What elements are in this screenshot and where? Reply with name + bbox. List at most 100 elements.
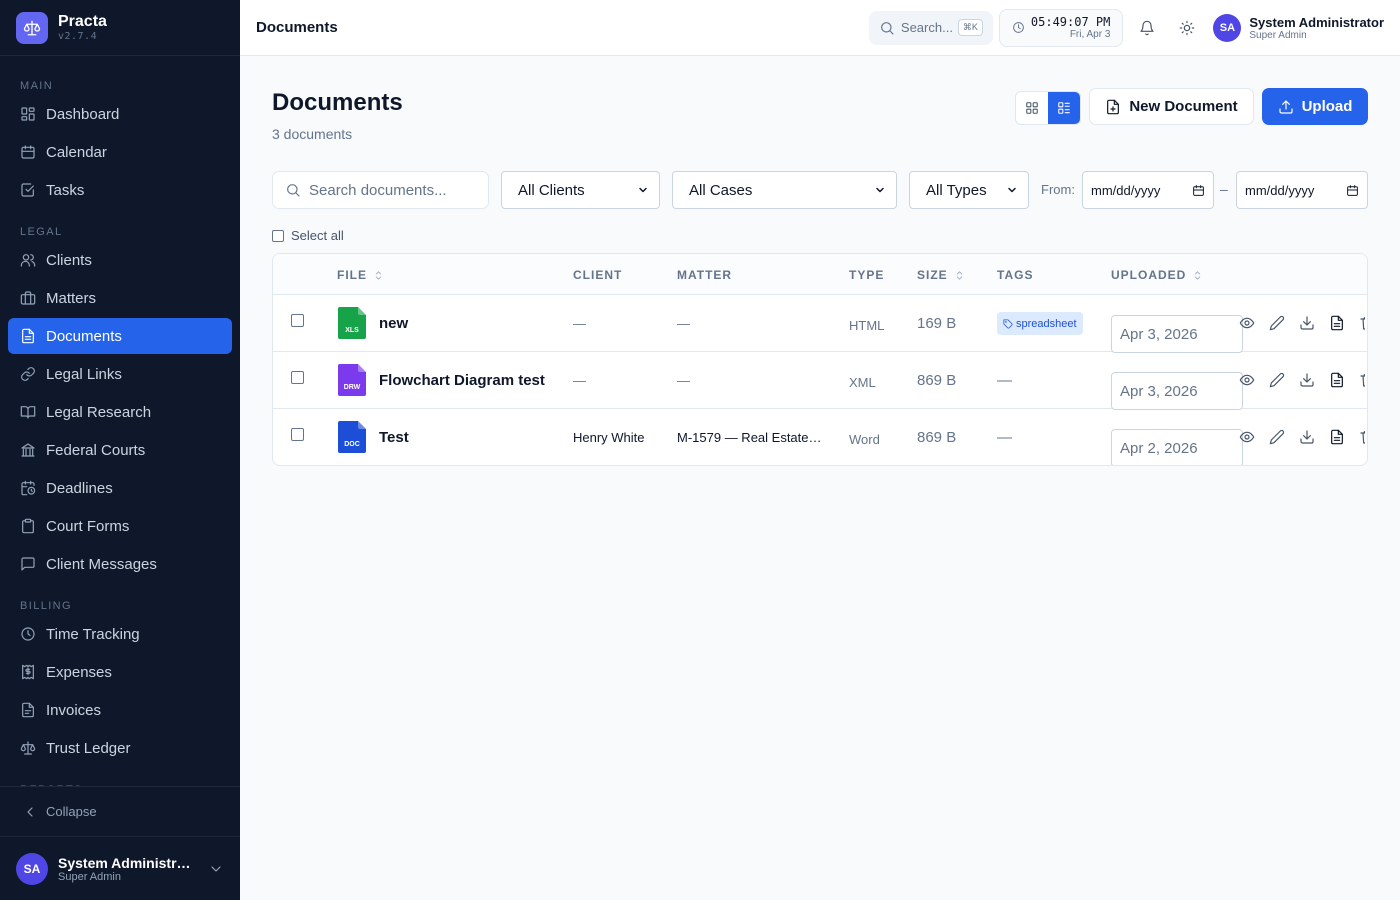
sidebar-item-calendar[interactable]: Calendar xyxy=(8,134,232,170)
bell-icon[interactable] xyxy=(1131,12,1163,44)
matter-cell: M-1579 — Real Estate… xyxy=(677,430,822,445)
upload-button[interactable]: Upload xyxy=(1262,88,1368,125)
global-search-label: Search... xyxy=(900,20,953,35)
link-icon xyxy=(20,366,36,382)
avatar: SA xyxy=(1213,13,1242,42)
client-filter-select[interactable]: All Clients xyxy=(501,171,660,209)
chevron-down-icon xyxy=(637,184,649,196)
row-actions xyxy=(1239,429,1365,445)
section-label-reports: REPORTS xyxy=(0,772,240,786)
table-row[interactable]: XLS new — — HTML 169 B spreadsheet Apr 3… xyxy=(273,295,1367,353)
grid-view-button[interactable] xyxy=(1016,92,1048,124)
tag-badge[interactable]: spreadsheet xyxy=(997,312,1083,335)
table-row[interactable]: DRW Flowchart Diagram test — — XML 869 B… xyxy=(273,352,1367,410)
size-cell: 869 B xyxy=(917,372,957,389)
sidebar-item-tasks[interactable]: Tasks xyxy=(8,172,232,208)
case-filter-value: All Cases xyxy=(689,181,753,199)
sidebar-item-client-messages[interactable]: Client Messages xyxy=(8,546,232,582)
column-header-matter: MATTER xyxy=(677,268,733,282)
brand-name: Practa xyxy=(58,13,107,30)
column-header-type: TYPE xyxy=(849,268,885,282)
collapse-label: Collapse xyxy=(46,804,97,819)
pencil-icon[interactable] xyxy=(1269,372,1285,388)
trash-icon[interactable] xyxy=(1359,372,1365,388)
tags-cell: — xyxy=(997,429,1012,446)
row-checkbox[interactable] xyxy=(291,428,304,441)
column-header-uploaded[interactable]: UPLOADED xyxy=(1111,268,1203,282)
download-icon[interactable] xyxy=(1299,315,1315,331)
date-from-input[interactable]: mm/dd/yyyy xyxy=(1082,171,1214,209)
eye-icon[interactable] xyxy=(1239,315,1255,331)
type-filter-select[interactable]: All Types xyxy=(909,171,1029,209)
file-name[interactable]: Test xyxy=(379,429,409,446)
file-plus-icon xyxy=(1105,99,1121,115)
sidebar-item-trust-ledger[interactable]: Trust Ledger xyxy=(8,730,232,766)
list-icon xyxy=(1057,101,1071,115)
eye-icon[interactable] xyxy=(1239,429,1255,445)
column-header-file[interactable]: FILE xyxy=(337,268,384,282)
matter-cell: — xyxy=(677,316,690,331)
global-search-button[interactable]: Search... ⌘K xyxy=(868,10,993,45)
select-all-checkbox[interactable] xyxy=(272,229,284,242)
file-text-icon[interactable] xyxy=(1329,315,1345,331)
size-cell: 869 B xyxy=(917,429,957,446)
sidebar-item-expenses[interactable]: Expenses xyxy=(8,654,232,690)
pencil-icon[interactable] xyxy=(1269,429,1285,445)
sidebar-item-time-tracking[interactable]: Time Tracking xyxy=(8,616,232,652)
user-name: System Administrator xyxy=(1249,14,1384,30)
user-name: System Administrator xyxy=(58,854,198,871)
calendar-icon xyxy=(1346,184,1359,197)
sidebar-item-legal-research[interactable]: Legal Research xyxy=(8,394,232,430)
sidebar-item-matters[interactable]: Matters xyxy=(8,280,232,316)
uploaded-cell: Apr 3, 2026 xyxy=(1111,372,1243,410)
search-input[interactable] xyxy=(309,181,469,199)
select-all[interactable]: Select all xyxy=(272,228,344,243)
chevron-down-icon xyxy=(874,184,886,196)
file-name[interactable]: Flowchart Diagram test xyxy=(379,372,545,389)
date-to-input[interactable]: mm/dd/yyyy xyxy=(1236,171,1368,209)
file-name[interactable]: new xyxy=(379,315,408,332)
table-row[interactable]: DOC Test Henry White M-1579 — Real Estat… xyxy=(273,409,1367,465)
brand-version: v2.7.4 xyxy=(58,31,98,42)
sidebar-item-label: Trust Ledger xyxy=(46,739,131,757)
client-cell: — xyxy=(573,373,586,388)
collapse-button[interactable]: Collapse xyxy=(0,786,240,836)
sidebar-item-dashboard[interactable]: Dashboard xyxy=(8,96,232,132)
trash-icon[interactable] xyxy=(1359,315,1365,331)
upload-label: Upload xyxy=(1301,98,1353,115)
eye-icon[interactable] xyxy=(1239,372,1255,388)
view-toggle xyxy=(1015,91,1081,125)
new-document-button[interactable]: New Document xyxy=(1089,88,1254,125)
briefcase-icon xyxy=(20,290,36,306)
row-checkbox[interactable] xyxy=(291,314,304,327)
sidebar-user-menu[interactable]: SA System Administrator Super Admin xyxy=(0,836,240,900)
row-checkbox[interactable] xyxy=(291,371,304,384)
download-icon[interactable] xyxy=(1299,372,1315,388)
sidebar-item-deadlines[interactable]: Deadlines xyxy=(8,470,232,506)
sidebar-item-clients[interactable]: Clients xyxy=(8,242,232,278)
case-filter-select[interactable]: All Cases xyxy=(672,171,897,209)
sidebar-item-legal-links[interactable]: Legal Links xyxy=(8,356,232,392)
sidebar-item-invoices[interactable]: Invoices xyxy=(8,692,232,728)
date-range-separator: – xyxy=(1220,181,1228,197)
column-header-size[interactable]: SIZE xyxy=(917,268,965,282)
sidebar-item-label: Legal Research xyxy=(46,403,152,421)
document-count: 3 documents xyxy=(272,126,353,142)
type-cell: Word xyxy=(849,432,880,447)
file-text-icon[interactable] xyxy=(1329,429,1345,445)
list-view-button[interactable] xyxy=(1048,92,1080,124)
pencil-icon[interactable] xyxy=(1269,315,1285,331)
sidebar-item-federal-courts[interactable]: Federal Courts xyxy=(8,432,232,468)
header-user-menu[interactable]: SA System Administrator Super Admin xyxy=(1213,13,1384,42)
top-header: Documents Search... ⌘K 05:49:07 PM Fri, … xyxy=(240,0,1400,56)
sidebar-item-documents[interactable]: Documents xyxy=(8,318,232,354)
download-icon[interactable] xyxy=(1299,429,1315,445)
sidebar-item-court-forms[interactable]: Court Forms xyxy=(8,508,232,544)
file-text-icon[interactable] xyxy=(1329,372,1345,388)
sun-icon[interactable] xyxy=(1171,12,1203,44)
client-filter-value: All Clients xyxy=(518,181,585,199)
trash-icon[interactable] xyxy=(1359,429,1365,445)
file-icon xyxy=(20,328,36,344)
page-title: Documents xyxy=(272,89,403,116)
section-label-main: MAIN xyxy=(20,80,54,92)
